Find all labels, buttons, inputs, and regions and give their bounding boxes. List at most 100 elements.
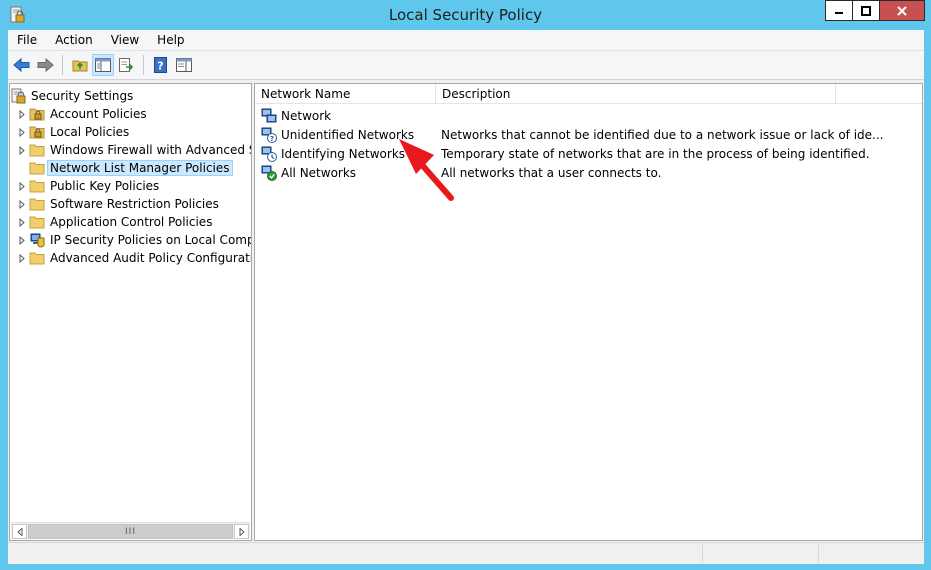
menu-help[interactable]: Help	[148, 33, 193, 47]
scroll-left-icon	[16, 527, 22, 536]
tree-item-network-list-manager-policies[interactable]: Network List Manager Policies	[15, 159, 233, 177]
expand-arrow-icon[interactable]	[15, 105, 29, 123]
forward-icon	[37, 57, 54, 73]
tree-item-label: Local Policies	[50, 125, 130, 139]
tree-item-label: Application Control Policies	[50, 215, 213, 229]
menu-view[interactable]: View	[102, 33, 148, 47]
folder-icon	[29, 196, 45, 212]
scroll-thumb[interactable]: III	[28, 524, 233, 539]
expand-arrow-icon[interactable]	[15, 249, 29, 267]
back-icon	[13, 57, 30, 73]
tree-item-local-policies[interactable]: Local Policies	[15, 123, 129, 141]
help-button[interactable]: ?	[150, 54, 172, 76]
tree-item-label: Windows Firewall with Advanced Secu	[50, 143, 251, 157]
scroll-thumb-grip: III	[125, 526, 136, 537]
tree-item-label: Public Key Policies	[50, 179, 160, 193]
network-description: All networks that a user connects to.	[441, 165, 662, 180]
maximize-icon	[861, 5, 871, 16]
network-identifying-icon	[261, 146, 277, 162]
expand-arrow-icon[interactable]	[15, 213, 29, 231]
folder-icon	[29, 178, 45, 194]
list-row-all-networks[interactable]: All Networks All networks that a user co…	[255, 163, 661, 182]
folder-icon	[29, 142, 45, 158]
details-pane[interactable]: Network Name Description Network ? Unide…	[254, 83, 923, 541]
tree-item-public-key-policies[interactable]: Public Key Policies	[15, 177, 159, 195]
console-view-icon	[176, 58, 192, 72]
security-settings-icon	[11, 88, 27, 104]
tree-root-security-settings[interactable]: Security Settings	[11, 87, 133, 105]
folder-icon	[29, 250, 45, 266]
back-button[interactable]	[11, 54, 33, 76]
scroll-right-icon	[239, 527, 245, 536]
tree-item-label: IP Security Policies on Local Compute	[50, 233, 252, 247]
tree-item-label: Advanced Audit Policy Configuration	[50, 251, 252, 265]
expand-arrow-icon[interactable]	[15, 195, 29, 213]
list-row-network[interactable]: Network	[255, 106, 441, 125]
tree-item-ip-security-policies[interactable]: IP Security Policies on Local Compute	[15, 231, 252, 249]
network-name: Identifying Networks	[281, 146, 406, 161]
title-bar[interactable]: Local Security Policy	[0, 0, 931, 30]
app-window: Local Security Policy File Action View H…	[0, 0, 931, 570]
tree-item-software-restriction-policies[interactable]: Software Restriction Policies	[15, 195, 219, 213]
console-view-button[interactable]	[173, 54, 195, 76]
menu-file[interactable]: File	[8, 33, 46, 47]
maximize-button[interactable]	[852, 0, 879, 21]
expand-arrow-icon[interactable]	[15, 141, 29, 159]
toolbar: ?	[8, 51, 924, 80]
forward-button[interactable]	[34, 54, 56, 76]
folder-icon	[29, 214, 45, 230]
expand-arrow-icon[interactable]	[15, 123, 29, 141]
tree-item-windows-firewall[interactable]: Windows Firewall with Advanced Secu	[15, 141, 251, 159]
content-area: Security Settings Account Policies Local…	[8, 80, 924, 542]
no-arrow-spacer	[15, 159, 29, 177]
list-row-identifying-networks[interactable]: Identifying Networks Temporary state of …	[255, 144, 870, 163]
scroll-left-button[interactable]	[12, 524, 27, 539]
up-one-level-button[interactable]	[69, 54, 91, 76]
toolbar-separator	[62, 55, 63, 75]
network-description: Networks that cannot be identified due t…	[441, 127, 884, 142]
network-unidentified-icon: ?	[261, 127, 277, 143]
tree-item-application-control-policies[interactable]: Application Control Policies	[15, 213, 212, 231]
menu-action[interactable]: Action	[46, 33, 102, 47]
tree-item-account-policies[interactable]: Account Policies	[15, 105, 147, 123]
network-name: All Networks	[281, 165, 357, 180]
close-button[interactable]	[879, 0, 925, 21]
svg-text:?: ?	[270, 135, 274, 143]
tree-item-label: Software Restriction Policies	[50, 197, 219, 211]
folder-icon	[29, 160, 45, 176]
network-icon	[261, 108, 277, 124]
network-description: Temporary state of networks that are in …	[441, 146, 870, 161]
column-header-network-name[interactable]: Network Name	[255, 84, 436, 104]
close-icon	[897, 5, 907, 16]
svg-text:?: ?	[157, 60, 163, 73]
lock-folder-icon	[29, 106, 45, 122]
show-hide-console-tree-button[interactable]	[92, 54, 114, 76]
tree-item-advanced-audit-policy[interactable]: Advanced Audit Policy Configuration	[15, 249, 252, 267]
tree-item-label: Network List Manager Policies	[47, 160, 233, 176]
export-list-button[interactable]	[115, 54, 137, 76]
menu-bar: File Action View Help	[8, 30, 924, 51]
network-name: Unidentified Networks	[281, 127, 415, 142]
tree-root-label: Security Settings	[31, 89, 134, 103]
expand-arrow-icon[interactable]	[15, 231, 29, 249]
show-hide-tree-icon	[95, 58, 111, 72]
list-header: Network Name Description	[255, 84, 922, 104]
help-icon: ?	[154, 57, 167, 73]
expand-arrow-icon[interactable]	[15, 177, 29, 195]
tree-item-label: Account Policies	[50, 107, 147, 121]
minimize-button[interactable]	[825, 0, 852, 21]
list-row-unidentified-networks[interactable]: ? Unidentified Networks Networks that ca…	[255, 125, 883, 144]
minimize-icon	[835, 11, 843, 14]
status-divider	[702, 545, 703, 563]
window-title: Local Security Policy	[388, 6, 543, 24]
ip-security-icon	[29, 232, 45, 248]
console-tree[interactable]: Security Settings Account Policies Local…	[9, 83, 252, 541]
export-list-icon	[119, 58, 134, 72]
status-bar	[8, 542, 924, 564]
column-header-description[interactable]: Description	[436, 84, 836, 104]
scroll-right-button[interactable]	[234, 524, 249, 539]
up-folder-icon	[72, 60, 88, 72]
network-name: Network	[281, 108, 332, 123]
status-divider	[818, 545, 819, 563]
tree-horizontal-scrollbar[interactable]: III	[11, 522, 250, 539]
